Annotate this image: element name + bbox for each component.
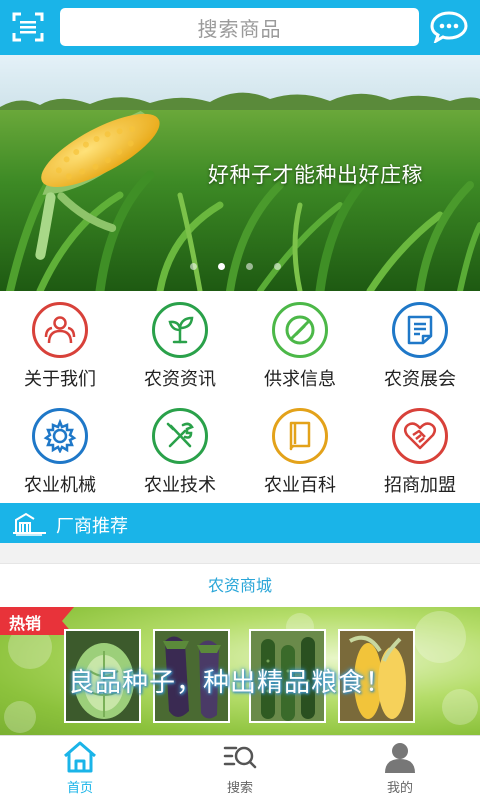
category-label: 农资展会 — [384, 369, 456, 390]
section-title: 厂商推荐 — [56, 516, 128, 537]
search-input[interactable]: 搜索商品 — [60, 8, 419, 46]
mall-slogan: 良品种子，种出精品粮食！ — [68, 668, 393, 698]
category-expo[interactable]: 农资展会 — [360, 291, 480, 397]
sprout-icon — [152, 302, 208, 358]
category-encyclopedia[interactable]: 农业百科 — [240, 397, 360, 503]
mall-promo-banner[interactable]: 热销 良品种子，种出精品粮食！ — [0, 607, 480, 735]
category-news[interactable]: 农资资讯 — [120, 291, 240, 397]
carousel-dot[interactable] — [274, 263, 281, 270]
carousel-dot-active[interactable] — [218, 263, 225, 270]
home-icon — [62, 740, 98, 774]
carousel-dot[interactable] — [246, 263, 253, 270]
nav-label: 首页 — [66, 781, 93, 796]
category-label: 农业机械 — [24, 475, 96, 496]
nav-home[interactable]: 首页 — [0, 736, 160, 800]
search-list-icon — [222, 740, 258, 774]
category-grid: 关于我们 农资资讯 供求信息 农资展会 农业机械 农业技术 农业百科 招商加盟 — [0, 291, 480, 503]
chat-bubble-icon[interactable] — [430, 11, 468, 45]
top-bar: 搜索商品 — [0, 0, 480, 55]
hot-sale-tag: 热销 — [0, 607, 74, 635]
tools-icon — [152, 408, 208, 464]
category-about-us[interactable]: 关于我们 — [0, 291, 120, 397]
banner-caption: 好种子才能种出好庄稼 — [208, 163, 423, 187]
category-technology[interactable]: 农业技术 — [120, 397, 240, 503]
document-icon — [392, 302, 448, 358]
user-icon — [382, 740, 418, 774]
bottom-navigation: 首页 搜索 我的 — [0, 735, 480, 800]
carousel-indicator — [190, 263, 281, 273]
category-machinery[interactable]: 农业机械 — [0, 397, 120, 503]
category-label: 供求信息 — [264, 369, 336, 390]
carousel-dot[interactable] — [190, 263, 197, 270]
handshake-icon — [392, 408, 448, 464]
book-icon — [272, 408, 328, 464]
hero-banner[interactable]: 好种子才能种出好庄稼 — [0, 55, 480, 291]
mall-title[interactable]: 农资商城 — [0, 563, 480, 607]
category-label: 招商加盟 — [384, 475, 456, 496]
people-icon — [32, 302, 88, 358]
category-label: 关于我们 — [24, 369, 96, 390]
category-label: 农业技术 — [144, 475, 216, 496]
category-label: 农资资讯 — [144, 369, 216, 390]
category-label: 农业百科 — [264, 475, 336, 496]
hot-sale-label: 热销 — [9, 614, 42, 633]
nav-label: 我的 — [386, 781, 413, 796]
section-header-vendors[interactable]: 厂商推荐 — [0, 503, 480, 543]
category-franchise[interactable]: 招商加盟 — [360, 397, 480, 503]
factory-icon — [12, 510, 48, 536]
gear-icon — [32, 408, 88, 464]
no-sign-icon — [272, 302, 328, 358]
scan-icon[interactable] — [12, 12, 44, 42]
nav-search[interactable]: 搜索 — [160, 736, 320, 800]
nav-profile[interactable]: 我的 — [320, 736, 480, 800]
nav-label: 搜索 — [226, 781, 253, 796]
category-supply-demand[interactable]: 供求信息 — [240, 291, 360, 397]
